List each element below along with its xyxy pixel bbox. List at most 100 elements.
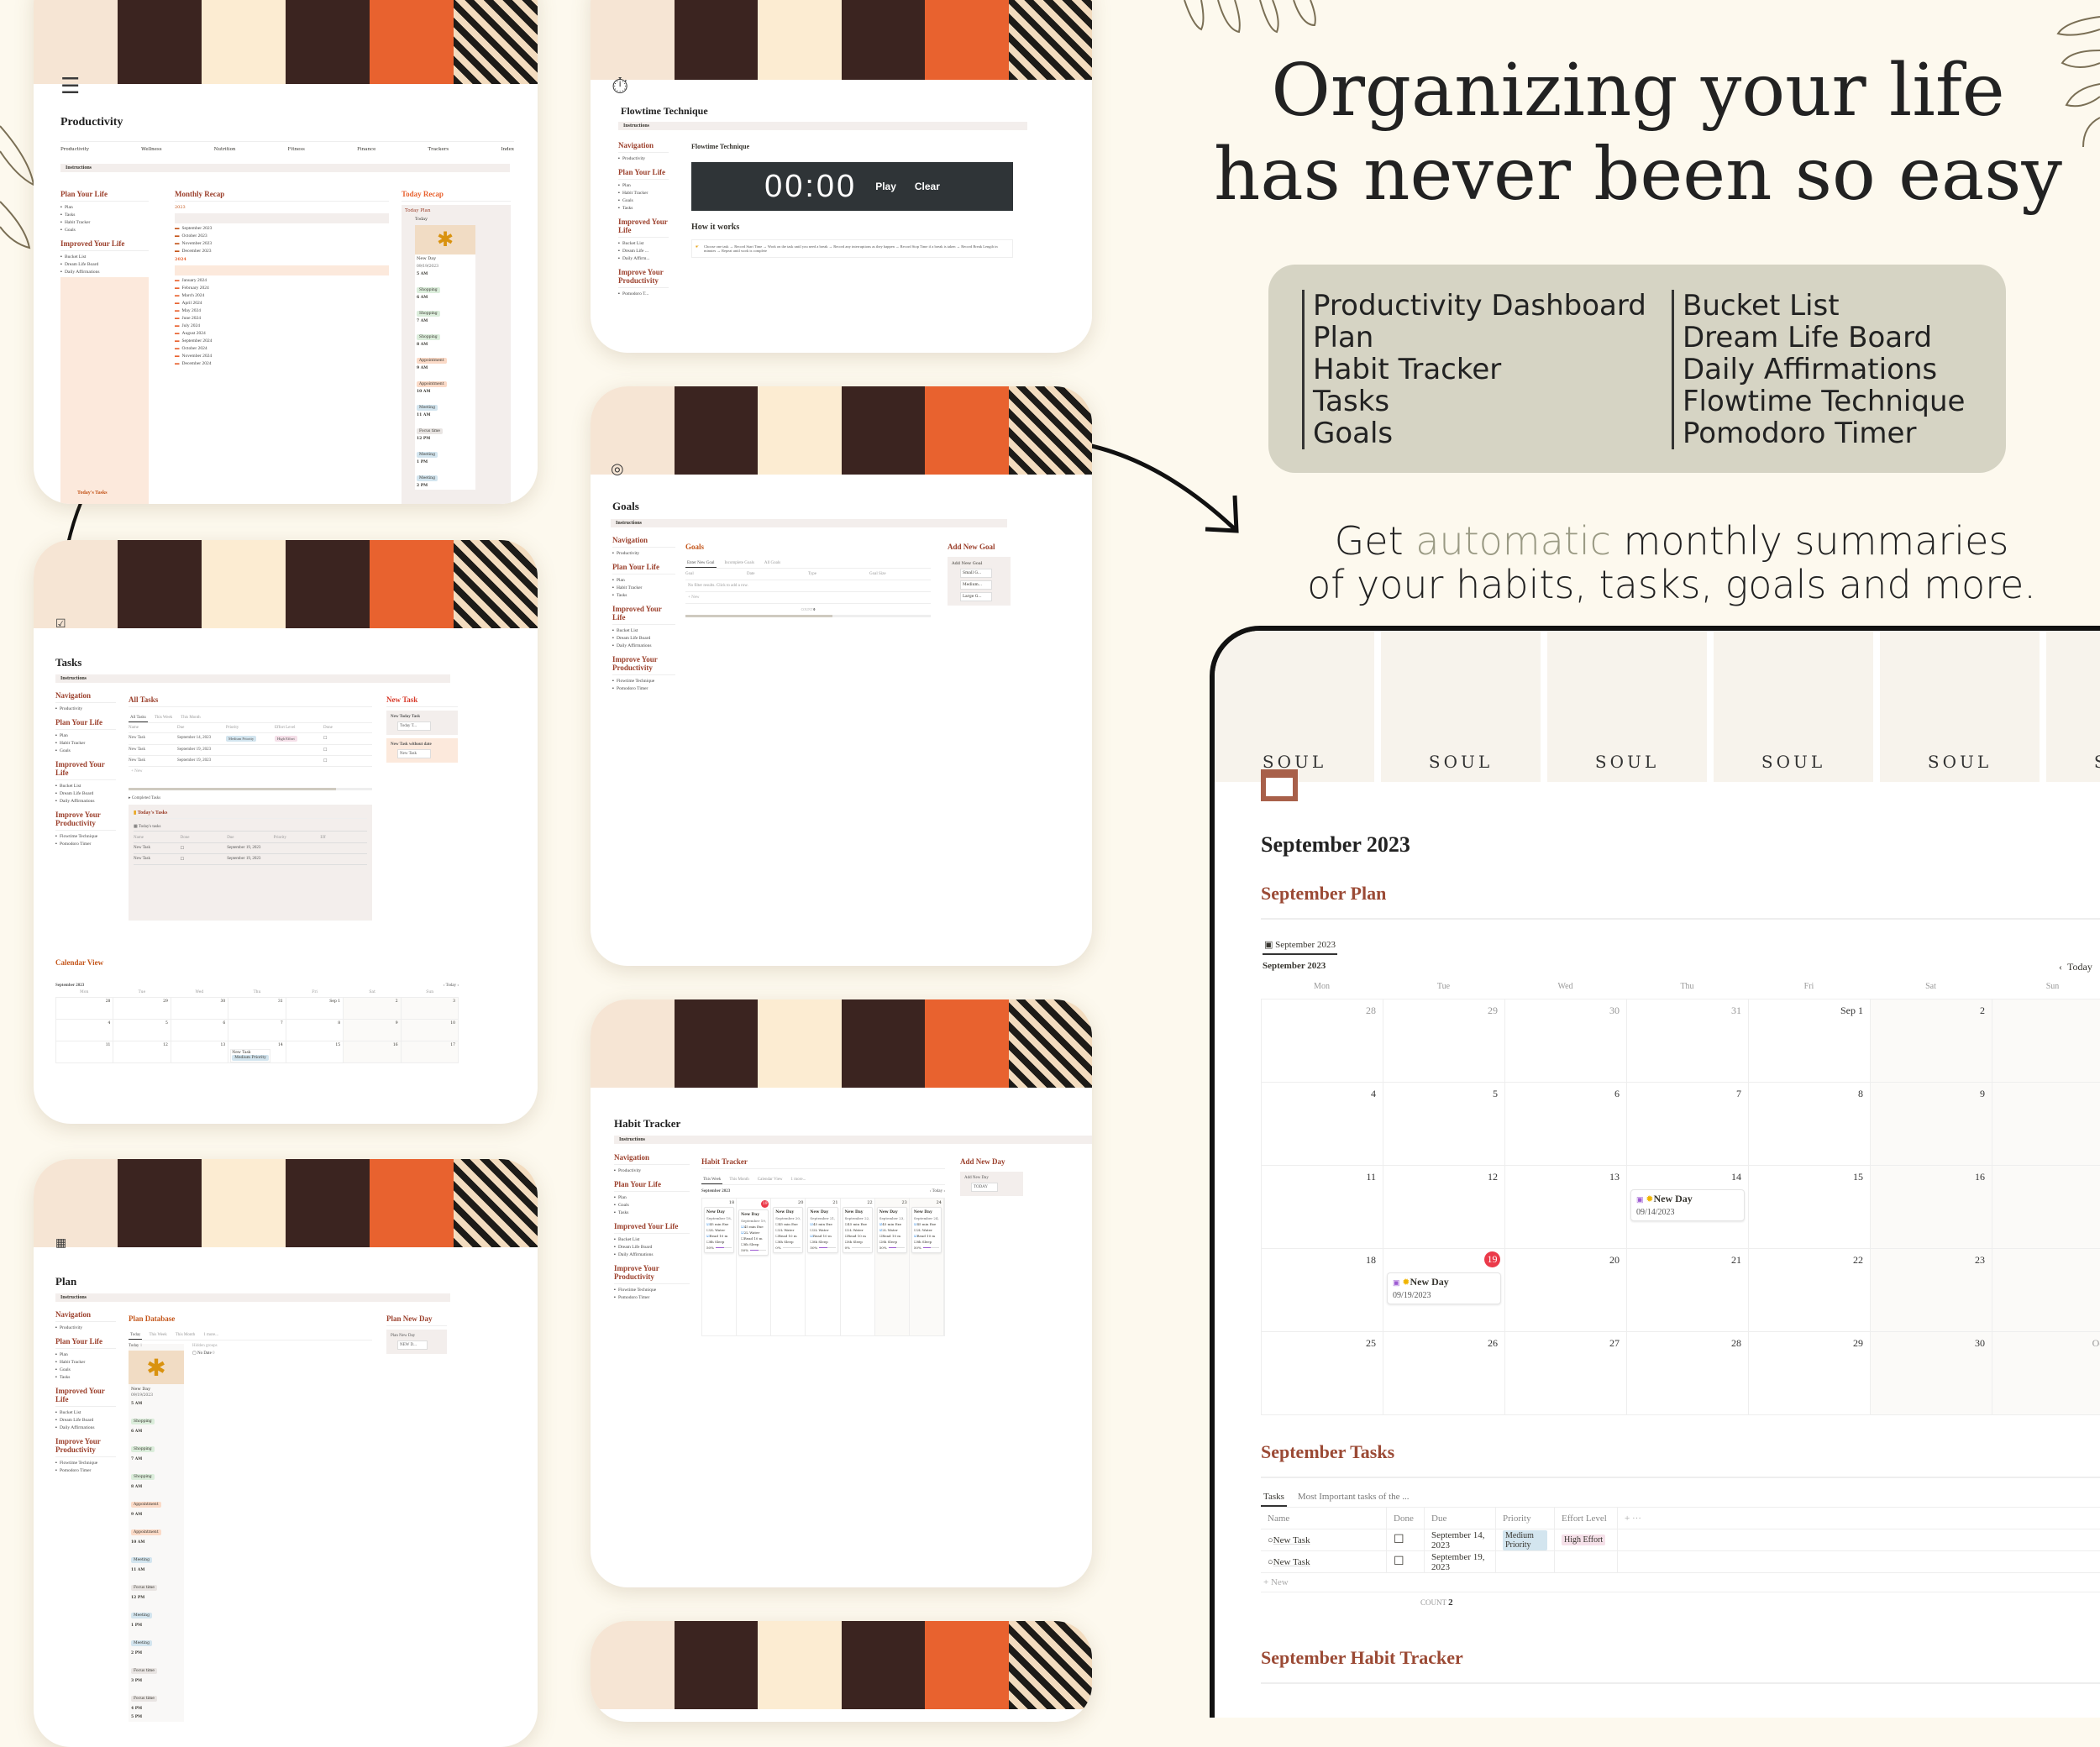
calendar-day[interactable]: 10 xyxy=(401,1020,459,1041)
calendar-day[interactable]: 16 xyxy=(344,1041,402,1063)
month-link[interactable]: ▬ September 2023 xyxy=(175,226,389,231)
month-link[interactable]: ▬ February 2024 xyxy=(175,286,389,291)
nav-item[interactable]: ▪Flowtime Technique xyxy=(612,679,675,684)
calendar-day[interactable]: 7 xyxy=(1627,1083,1749,1166)
nav-item[interactable]: ▪ Bucket List xyxy=(55,784,116,789)
calendar-nav[interactable]: ‹ Today › xyxy=(444,984,459,988)
play-button[interactable]: Play xyxy=(875,181,896,192)
calendar-day[interactable]: 16 xyxy=(1871,1166,1992,1249)
task-name[interactable]: New Task xyxy=(1273,1535,1310,1545)
done-checkbox[interactable]: ☐ xyxy=(1387,1529,1425,1550)
calendar-event[interactable]: ▣ ✹New Day 09/14/2023 xyxy=(1630,1189,1745,1221)
nav-item[interactable]: ▪ Daily Affirmations xyxy=(55,1425,116,1430)
calendar-day[interactable]: 4 xyxy=(56,1020,114,1041)
nav-item[interactable]: ▪ Tasks xyxy=(614,1210,690,1215)
instructions-toggle[interactable]: Instructions xyxy=(614,1136,1092,1144)
month-link[interactable]: ▬ July 2024 xyxy=(175,323,389,328)
nav-item[interactable]: ▪ Bucket List xyxy=(60,254,149,260)
today-tasks-box[interactable]: Today's Tasks xyxy=(60,277,149,504)
table-row[interactable]: ○ New Task ☐ September 14, 2023 Medium Prio… xyxy=(1261,1529,2100,1551)
scrollbar[interactable] xyxy=(129,788,336,790)
goal-size-button[interactable]: Medium... xyxy=(960,580,992,590)
no-date-group[interactable]: ▢ No Date 0 xyxy=(192,1351,218,1356)
completed-tasks-toggle[interactable]: ▸ Completed Tasks xyxy=(129,795,372,800)
clear-button[interactable]: Clear xyxy=(915,181,940,192)
nav-item[interactable]: ▪ Daily Affirm... xyxy=(618,256,669,261)
calendar-day[interactable]: 15 xyxy=(286,1041,344,1063)
calendar-day[interactable]: 6 xyxy=(1505,1083,1627,1166)
add-column-button[interactable]: + ··· xyxy=(1618,1514,1648,1524)
view-tab[interactable]: Today xyxy=(129,1331,143,1340)
nav-item[interactable]: ▪ Tasks xyxy=(618,206,669,211)
calendar-day[interactable]: 11 xyxy=(1262,1166,1383,1249)
done-checkbox[interactable]: ☐ xyxy=(181,846,228,851)
task-name[interactable]: New Task xyxy=(129,736,177,742)
view-tab[interactable]: ▦ Today's tasks xyxy=(134,824,367,832)
nav-item[interactable]: ▪ Dream Life ... xyxy=(618,249,669,254)
calendar-day[interactable]: 20 xyxy=(1505,1249,1627,1332)
nav-item[interactable]: ▪ Goals xyxy=(55,1367,116,1372)
calendar-day[interactable] xyxy=(1992,1166,2100,1249)
calendar-nav[interactable]: ‹ Today xyxy=(2059,961,2092,973)
tab-wellness[interactable]: Wellness xyxy=(141,147,161,152)
nav-item[interactable]: ▪ Plan xyxy=(614,1195,690,1200)
calendar-nav[interactable]: ‹ Today › xyxy=(930,1189,945,1194)
new-row-button[interactable]: + New xyxy=(1261,1573,2100,1592)
calendar-day[interactable]: 11 xyxy=(56,1041,114,1063)
month-link[interactable]: ▬ August 2024 xyxy=(175,331,389,336)
done-checkbox[interactable]: ☐ xyxy=(323,758,372,763)
task-name[interactable]: New Task xyxy=(134,857,181,862)
view-tab[interactable]: This Week xyxy=(701,1176,723,1184)
calendar-day[interactable]: 13 xyxy=(1505,1166,1627,1249)
today-plan-link[interactable]: Today Plan xyxy=(405,208,507,213)
calendar-day[interactable] xyxy=(1992,1083,2100,1166)
calendar-day[interactable]: 26 xyxy=(1383,1332,1505,1415)
nav-item[interactable]: ▪ Plan xyxy=(60,205,149,210)
view-tab[interactable]: This Month xyxy=(727,1176,750,1184)
calendar-event[interactable]: New Task Medium Priority xyxy=(230,1049,270,1062)
nav-item[interactable]: ▪ Habit Tracker xyxy=(55,1360,116,1365)
new-nodate-button[interactable]: New Task xyxy=(397,749,431,758)
nav-item[interactable]: ▪ Tasks xyxy=(55,1375,116,1380)
nav-item[interactable]: ▪ Tasks xyxy=(60,212,149,218)
calendar-day[interactable]: 6 xyxy=(171,1020,229,1041)
done-checkbox[interactable]: ☐ xyxy=(323,736,372,742)
nav-item[interactable]: ▪ Dream Life Board xyxy=(55,791,116,796)
habit-card[interactable]: New Day September 24, ☑45 min Exe ☐2L Water… xyxy=(911,1207,942,1253)
nav-item[interactable]: ▪ Goals xyxy=(60,228,149,233)
calendar-day[interactable] xyxy=(1992,999,2100,1083)
today-button[interactable]: Today xyxy=(2067,961,2092,973)
month-link[interactable]: ▬ October 2023 xyxy=(175,233,389,239)
month-link[interactable]: ▬ May 2024 xyxy=(175,308,389,313)
nav-item[interactable]: ▪ Plan xyxy=(55,1352,116,1357)
instructions-toggle[interactable]: Instructions xyxy=(60,164,510,172)
view-tab[interactable]: Incomplete Goals xyxy=(723,559,756,568)
calendar-day[interactable]: 28 xyxy=(56,998,114,1020)
view-tab-september[interactable]: ▣ September 2023 xyxy=(1263,936,1337,955)
nav-item[interactable]: ▪ Dream Life Board xyxy=(60,262,149,267)
tab-trackers[interactable]: Trackers xyxy=(428,147,449,152)
add-goal-button[interactable]: Add New Goal xyxy=(952,561,1006,566)
calendar-day[interactable]: 8 xyxy=(1749,1083,1871,1166)
table-row[interactable]: New Task ☐ September 19, 2023 xyxy=(134,843,367,854)
calendar-day[interactable]: 22 xyxy=(1749,1249,1871,1332)
calendar-day[interactable]: 2 xyxy=(344,998,402,1020)
view-tab[interactable]: Calendar View xyxy=(756,1176,785,1184)
calendar-day[interactable]: 28 xyxy=(1262,999,1383,1083)
month-link[interactable]: ▬ October 2024 xyxy=(175,346,389,351)
goal-size-button[interactable]: Large G... xyxy=(960,592,992,601)
calendar-day[interactable]: 9 xyxy=(344,1020,402,1041)
month-link[interactable]: ▬ January 2024 xyxy=(175,278,389,283)
nav-item[interactable]: ▪ Goals xyxy=(55,748,116,753)
instructions-toggle[interactable]: Instructions xyxy=(611,519,1007,527)
calendar-day[interactable]: 30 xyxy=(1871,1332,1992,1415)
entry-title[interactable]: New Day xyxy=(131,1387,181,1392)
scrollbar[interactable] xyxy=(685,615,833,617)
habit-card[interactable]: New Day September 21, ☑45 min Exe ☐2L Water… xyxy=(807,1207,838,1253)
habit-card[interactable]: New Day September 18, ☑45 min Exe ☐2L Water… xyxy=(704,1207,735,1253)
new-day-button[interactable]: NEW D... xyxy=(397,1340,428,1350)
view-tab[interactable]: Enter New Goal xyxy=(685,559,717,568)
view-tab[interactable]: Most Important tasks of the ... xyxy=(1295,1489,1412,1507)
month-link[interactable]: ▬ November 2023 xyxy=(175,241,389,246)
entry-title[interactable]: New Day xyxy=(415,254,475,263)
